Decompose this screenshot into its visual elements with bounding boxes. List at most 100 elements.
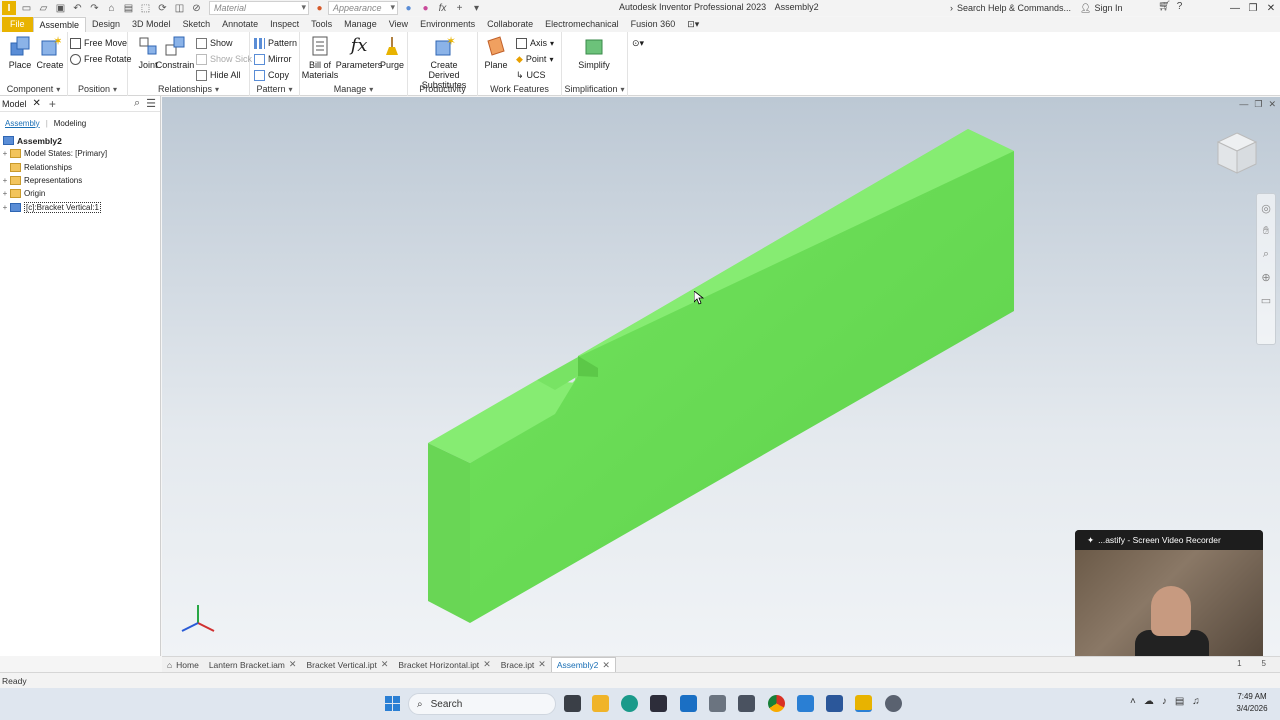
free-move-button[interactable]: Free Move (70, 36, 127, 50)
create-derived-substitutes-button[interactable]: ✶ Create Derived Substitutes (414, 34, 474, 90)
clear-appearance-icon[interactable]: ● (419, 2, 432, 15)
tab-tools[interactable]: Tools (305, 17, 338, 32)
expand-icon[interactable]: + (0, 176, 10, 185)
create-button[interactable]: ✶ Create (30, 34, 70, 70)
tab-environments[interactable]: Environments (414, 17, 481, 32)
doc-tab[interactable]: Brace.ipt ✕ (496, 657, 551, 672)
browser-close-icon[interactable]: ✕ (33, 98, 41, 109)
taskbar-clock[interactable]: 7:49 AM 3/4/2026 (1232, 691, 1272, 715)
project-icon[interactable]: ▤ (122, 2, 135, 15)
doc-tab[interactable]: Assembly2 ✕ (550, 657, 616, 672)
appearance-dropdown[interactable]: Appearance (328, 1, 398, 15)
tab-collaborate[interactable]: Collaborate (481, 17, 539, 32)
simplify-button[interactable]: Simplify (574, 34, 614, 70)
hide-all-button[interactable]: Hide All (196, 68, 241, 82)
tab-electromechanical[interactable]: Electromechanical (539, 17, 625, 32)
component-panel-label[interactable]: Component ▾ (0, 84, 67, 94)
show-sick-button[interactable]: Show Sick (196, 52, 252, 66)
orbit-icon[interactable]: ⊕ (1261, 271, 1270, 284)
view-face-icon[interactable]: ▭ (1261, 294, 1271, 307)
browser-add-icon[interactable]: + (49, 97, 56, 111)
browser-menu-icon[interactable]: ☰ (146, 97, 156, 110)
viewcube[interactable] (1214, 131, 1260, 177)
ribbon-options-button[interactable]: ⊙▾ (632, 36, 644, 50)
browser-search-icon[interactable]: ⌕ (134, 97, 140, 110)
tree-item-bracket-vertical[interactable]: + [c]:Bracket Vertical:1 (0, 200, 160, 213)
camera-icon[interactable] (709, 695, 726, 712)
taskbar-search[interactable]: ⌕ Search (408, 693, 556, 715)
position-panel-label[interactable]: Position ▾ (68, 84, 127, 94)
tab-annotate[interactable]: Annotate (216, 17, 264, 32)
update-icon[interactable]: ⟳ (156, 2, 169, 15)
simplification-panel-label[interactable]: Simplification ▾ (562, 84, 627, 94)
tree-item-origin[interactable]: + Origin (0, 187, 160, 200)
no-material-icon[interactable]: ⊘ (190, 2, 203, 15)
store-icon[interactable] (650, 695, 667, 712)
plus-icon[interactable]: + (453, 2, 466, 15)
network-icon[interactable]: ▤ (1175, 696, 1184, 707)
chrome-icon[interactable] (768, 695, 785, 712)
save-icon[interactable]: ▣ (54, 2, 67, 15)
restore-icon[interactable]: ❐ (1244, 0, 1262, 16)
parameters-button[interactable]: fx Parameters (336, 34, 383, 71)
minimize-icon[interactable]: — (1226, 0, 1244, 16)
tab-fusion-360[interactable]: Fusion 360 (625, 17, 682, 32)
measure-icon[interactable]: ◫ (173, 2, 186, 15)
expand-icon[interactable]: + (0, 203, 10, 212)
task-view-icon[interactable] (564, 695, 581, 712)
word-icon[interactable] (826, 695, 843, 712)
mirror-button[interactable]: Mirror (254, 52, 292, 66)
volume-icon[interactable]: ♫ (1192, 696, 1200, 707)
tab-assembly[interactable]: Assembly (5, 119, 40, 128)
color-override-icon[interactable]: ● (402, 2, 415, 15)
expand-icon[interactable]: + (0, 189, 10, 198)
inventor-logo-icon[interactable]: I (2, 1, 16, 15)
start-icon[interactable] (384, 695, 401, 712)
tab-design[interactable]: Design (86, 17, 126, 32)
steering-wheel-icon[interactable]: ◎ (1261, 202, 1271, 215)
tree-root[interactable]: Assembly2 (0, 134, 160, 147)
tab-inspect[interactable]: Inspect (264, 17, 305, 32)
microphone-icon[interactable]: ♪ (1162, 696, 1167, 707)
doc-tab[interactable]: Bracket Horizontal.ipt ✕ (393, 657, 495, 672)
inventor-taskbar-icon[interactable] (855, 695, 872, 712)
doc-tab-close-icon[interactable]: ✕ (602, 660, 610, 671)
plane-button[interactable]: Plane (478, 34, 514, 70)
tray-chevron-icon[interactable]: ˄ (1130, 696, 1136, 707)
home-icon[interactable]: ⌂ (105, 2, 118, 15)
doc-tab-close-icon[interactable]: ✕ (289, 659, 297, 670)
free-rotate-button[interactable]: Free Rotate (70, 52, 132, 66)
doc-tab-close-icon[interactable]: ✕ (538, 659, 546, 670)
cart-icon[interactable]: 🛒︎ (1158, 1, 1171, 12)
tree-item-relationships[interactable]: Relationships (0, 161, 160, 174)
axis-button[interactable]: Axis ▾ (516, 36, 554, 50)
browser-title[interactable]: Model (2, 99, 27, 109)
pattern-button[interactable]: Pattern (254, 36, 297, 50)
pan-icon[interactable]: ✋︎ (1263, 225, 1269, 238)
doc-tab[interactable]: Bracket Vertical.ipt ✕ (301, 657, 393, 672)
tab-assemble[interactable]: Assemble (32, 17, 87, 32)
tab-view[interactable]: View (383, 17, 414, 32)
page-number[interactable]: 1 (1237, 659, 1241, 668)
tab-sketch[interactable]: Sketch (177, 17, 217, 32)
calculator-icon[interactable] (738, 695, 755, 712)
bill-of-materials-button[interactable]: Bill of Materials (300, 34, 340, 80)
tree-item-representations[interactable]: + Representations (0, 174, 160, 187)
material-dropdown[interactable]: Material (209, 1, 309, 15)
copy-button[interactable]: Copy (254, 68, 289, 82)
constrain-button[interactable]: Constrain (154, 34, 196, 70)
edge-icon[interactable] (621, 695, 638, 712)
settings-gear-icon[interactable] (885, 695, 902, 712)
zoom-icon[interactable]: ⌕ (1263, 248, 1269, 261)
doc-tab[interactable]: ⌂ Home (162, 657, 204, 672)
new-file-icon[interactable]: ▭ (20, 2, 33, 15)
tree-item-model-states[interactable]: + Model States: [Primary] (0, 147, 160, 160)
purge-button[interactable]: Purge (376, 34, 408, 70)
point-button[interactable]: ◆ Point ▾ (516, 52, 553, 66)
doc-tab[interactable]: Lantern Bracket.iam ✕ (204, 657, 302, 672)
expand-icon[interactable]: + (0, 149, 10, 158)
manage-panel-label[interactable]: Manage ▾ (300, 84, 407, 94)
redo-icon[interactable]: ↷ (88, 2, 101, 15)
tab-3d-model[interactable]: 3D Model (126, 17, 177, 32)
onedrive-icon[interactable]: ☁︎ (1144, 696, 1154, 707)
